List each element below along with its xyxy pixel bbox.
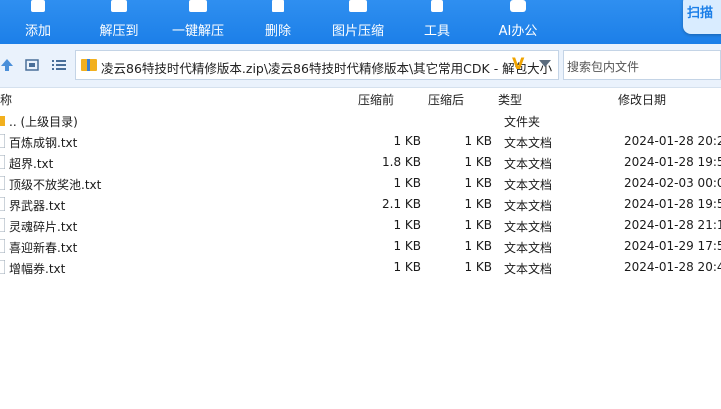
- list-item[interactable]: 界武器.txt 2.1 KB 1 KB 文本文档 2024-01-28 19:5…: [0, 194, 721, 215]
- folder-icon: [0, 116, 5, 126]
- image-compress-label: 图片压缩: [332, 24, 385, 39]
- list-item[interactable]: 顶级不放奖池.txt 1 KB 1 KB 文本文档 2024-02-03 00:…: [0, 173, 721, 194]
- image-compress-button[interactable]: 图片压缩: [332, 0, 384, 44]
- file-type: 文件夹: [504, 115, 541, 129]
- zip-archive-icon: [81, 59, 97, 71]
- text-file-icon: [0, 218, 5, 232]
- file-modified: 2024-01-29 17:54: [624, 239, 721, 253]
- list-item[interactable]: 百炼成钢.txt 1 KB 1 KB 文本文档 2024-01-28 20:23: [0, 131, 721, 152]
- file-type: 文本文档: [504, 157, 553, 171]
- column-modified[interactable]: 修改日期: [618, 91, 666, 108]
- search-placeholder: 搜索包内文件: [567, 60, 640, 74]
- file-compressed-size: 2.1 KB: [382, 197, 421, 211]
- file-uncompressed-size: 1 KB: [464, 155, 492, 169]
- file-compressed-size: 1.8 KB: [382, 155, 421, 169]
- file-type: 文本文档: [504, 199, 553, 213]
- file-list: .. (上级目录) 文件夹 百炼成钢.txt 1 KB 1 KB 文本文档 20…: [0, 110, 721, 278]
- file-uncompressed-size: 1 KB: [464, 176, 492, 190]
- file-type: 文本文档: [504, 178, 553, 192]
- file-modified: 2024-01-28 19:52: [624, 197, 721, 211]
- column-type[interactable]: 类型: [498, 91, 522, 108]
- file-compressed-size: 1 KB: [393, 218, 421, 232]
- add-button[interactable]: 添加: [18, 0, 58, 44]
- list-item[interactable]: 灵魂碎片.txt 1 KB 1 KB 文本文档 2024-01-28 21:12: [0, 215, 721, 236]
- extract-to-icon: [111, 0, 127, 12]
- file-uncompressed-size: 1 KB: [464, 218, 492, 232]
- file-type: 文本文档: [504, 262, 553, 276]
- file-compressed-size: 1 KB: [393, 239, 421, 253]
- list-item[interactable]: 喜迎新春.txt 1 KB 1 KB 文本文档 2024-01-29 17:54: [0, 236, 721, 257]
- file-modified: 2024-01-28 20:23: [624, 134, 721, 148]
- text-file-icon: [0, 197, 5, 211]
- file-modified: 2024-01-28 19:58: [624, 155, 721, 169]
- column-compressed[interactable]: 压缩前: [358, 91, 394, 108]
- extract-to-button[interactable]: 解压到: [96, 0, 142, 44]
- file-compressed-size: 1 KB: [393, 176, 421, 190]
- list-item-parent-folder[interactable]: .. (上级目录) 文件夹: [0, 110, 721, 131]
- add-icon: [31, 0, 45, 12]
- file-name: .. (上级目录): [9, 115, 78, 129]
- image-compress-icon: [349, 0, 367, 12]
- tools-label: 工具: [423, 24, 450, 39]
- file-uncompressed-size: 1 KB: [464, 260, 492, 274]
- search-input[interactable]: 搜索包内文件: [563, 50, 721, 80]
- file-name: 增幅券.txt: [9, 262, 66, 276]
- path-text: 凌云86特技时代精修版本.zip\凌云86特技时代精修版本\其它常用CDK - …: [101, 61, 553, 76]
- main-toolbar: 添加 解压到 一键解压 删除 图片压缩 工具 AI办公 扫描: [0, 0, 721, 44]
- one-click-extract-icon: [189, 0, 207, 12]
- file-compressed-size: 1 KB: [393, 134, 421, 148]
- file-type: 文本文档: [504, 241, 553, 255]
- text-file-icon: [0, 176, 5, 190]
- column-header: 称 压缩前 压缩后 类型 修改日期: [0, 88, 721, 110]
- tools-icon: [431, 0, 443, 12]
- extract-to-label: 解压到: [99, 24, 139, 39]
- list-item[interactable]: 增幅券.txt 1 KB 1 KB 文本文档 2024-01-28 20:47: [0, 257, 721, 278]
- file-name: 超界.txt: [9, 157, 54, 171]
- ai-office-button[interactable]: AI办公: [498, 0, 538, 44]
- path-field[interactable]: 凌云86特技时代精修版本.zip\凌云86特技时代精修版本\其它常用CDK - …: [75, 50, 559, 80]
- one-click-extract-button[interactable]: 一键解压: [172, 0, 224, 44]
- file-modified: 2024-01-28 20:47: [624, 260, 721, 274]
- file-name: 百炼成钢.txt: [9, 136, 78, 150]
- list-view-icon[interactable]: [52, 58, 66, 72]
- delete-label: 删除: [264, 24, 291, 39]
- file-name: 灵魂碎片.txt: [9, 220, 78, 234]
- file-modified: 2024-02-03 00:02: [624, 176, 721, 190]
- scan-label: 扫描: [687, 6, 714, 21]
- path-dropdown-icon[interactable]: [539, 60, 551, 67]
- delete-button[interactable]: 删除: [262, 0, 294, 44]
- file-uncompressed-size: 1 KB: [464, 134, 492, 148]
- scan-button[interactable]: 扫描: [683, 0, 721, 34]
- tools-button[interactable]: 工具: [423, 0, 451, 44]
- file-uncompressed-size: 1 KB: [464, 197, 492, 211]
- text-file-icon: [0, 155, 5, 169]
- file-name: 喜迎新春.txt: [9, 241, 78, 255]
- file-type: 文本文档: [504, 220, 553, 234]
- text-file-icon: [0, 239, 5, 253]
- address-bar: 凌云86特技时代精修版本.zip\凌云86特技时代精修版本\其它常用CDK - …: [0, 44, 721, 88]
- column-name[interactable]: 称: [0, 91, 12, 108]
- file-compressed-size: 1 KB: [393, 260, 421, 274]
- delete-icon: [272, 0, 284, 12]
- file-uncompressed-size: 1 KB: [464, 239, 492, 253]
- up-arrow-icon[interactable]: [0, 58, 14, 72]
- list-item[interactable]: 超界.txt 1.8 KB 1 KB 文本文档 2024-01-28 19:58: [0, 152, 721, 173]
- ai-office-icon: [510, 0, 526, 12]
- file-type: 文本文档: [504, 136, 553, 150]
- text-file-icon: [0, 260, 5, 274]
- column-uncompressed[interactable]: 压缩后: [428, 91, 464, 108]
- file-name: 界武器.txt: [9, 199, 66, 213]
- view-mode-icon[interactable]: [25, 58, 39, 72]
- add-label: 添加: [24, 24, 51, 39]
- file-name: 顶级不放奖池.txt: [9, 178, 102, 192]
- text-file-icon: [0, 134, 5, 148]
- ai-office-label: AI办公: [498, 24, 538, 39]
- file-modified: 2024-01-28 21:12: [624, 218, 721, 232]
- one-click-extract-label: 一键解压: [172, 24, 225, 39]
- app-logo-icon: V: [512, 54, 525, 73]
